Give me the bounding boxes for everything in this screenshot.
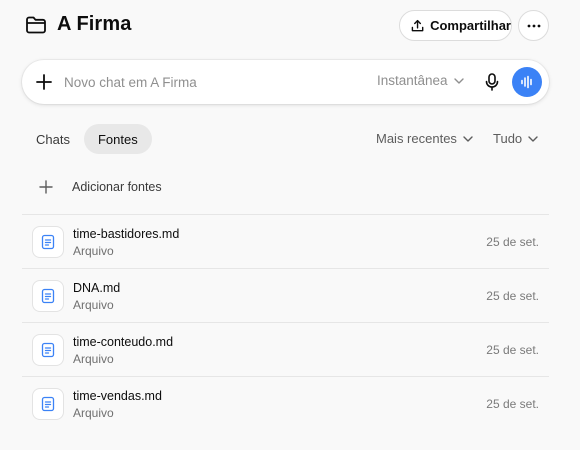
document-icon	[32, 280, 64, 312]
list-item[interactable]: DNA.md Arquivo 25 de set.	[22, 268, 549, 322]
voice-waveform-icon	[521, 75, 532, 89]
plus-icon[interactable]	[34, 72, 54, 92]
share-button[interactable]: Compartilhar	[399, 10, 512, 41]
share-icon	[411, 19, 424, 31]
document-icon	[32, 226, 64, 258]
file-type: Arquivo	[73, 406, 114, 420]
list-item[interactable]: time-bastidores.md Arquivo 25 de set.	[22, 214, 549, 268]
sort-dropdown[interactable]: Mais recentes	[376, 131, 473, 146]
filter-dropdown[interactable]: Tudo	[493, 131, 538, 146]
sort-dropdown-label: Mais recentes	[376, 131, 457, 146]
file-name: DNA.md	[73, 281, 121, 295]
plus-icon	[39, 180, 53, 194]
tab-chats-label: Chats	[36, 131, 70, 147]
voice-mode-button[interactable]	[512, 67, 542, 97]
file-type: Arquivo	[73, 244, 114, 258]
model-selector[interactable]: Instantânea	[377, 73, 464, 88]
chevron-down-icon	[453, 77, 464, 84]
file-type: Arquivo	[73, 298, 114, 312]
file-date: 25 de set.	[486, 397, 539, 411]
share-button-label: Compartilhar	[430, 18, 511, 33]
sources-list: time-bastidores.md Arquivo 25 de set. DN…	[22, 214, 549, 430]
tab-fontes[interactable]: Fontes	[83, 124, 152, 154]
tab-chats[interactable]: Chats	[22, 124, 84, 154]
add-sources-label: Adicionar fontes	[72, 180, 162, 194]
file-name: time-conteudo.md	[73, 335, 174, 349]
page-title: A Firma	[57, 13, 132, 35]
chevron-down-icon	[463, 135, 473, 142]
file-name: time-bastidores.md	[73, 227, 180, 241]
tab-fontes-label: Fontes	[97, 131, 138, 147]
add-sources-button[interactable]: Adicionar fontes	[38, 176, 162, 198]
chat-composer: Instantânea	[22, 60, 549, 104]
document-icon	[32, 388, 64, 420]
list-item[interactable]: time-vendas.md Arquivo 25 de set.	[22, 376, 549, 430]
file-type: Arquivo	[73, 352, 114, 366]
more-options-button[interactable]	[518, 10, 549, 41]
more-icon	[527, 24, 540, 27]
document-icon	[32, 334, 64, 366]
filter-dropdown-label: Tudo	[493, 131, 523, 146]
file-date: 25 de set.	[486, 343, 539, 357]
view-tabs: Chats Fontes	[22, 124, 152, 154]
file-date: 25 de set.	[486, 235, 539, 249]
model-selector-label: Instantânea	[377, 73, 448, 88]
file-date: 25 de set.	[486, 289, 539, 303]
file-name: time-vendas.md	[73, 389, 162, 403]
chevron-down-icon	[528, 135, 538, 142]
project-header: A Firma Compartilhar	[0, 0, 580, 52]
folder-icon	[26, 16, 46, 34]
list-item[interactable]: time-conteudo.md Arquivo 25 de set.	[22, 322, 549, 376]
mic-button[interactable]	[481, 71, 503, 93]
chat-input[interactable]	[64, 71, 364, 93]
mic-icon	[485, 73, 499, 91]
